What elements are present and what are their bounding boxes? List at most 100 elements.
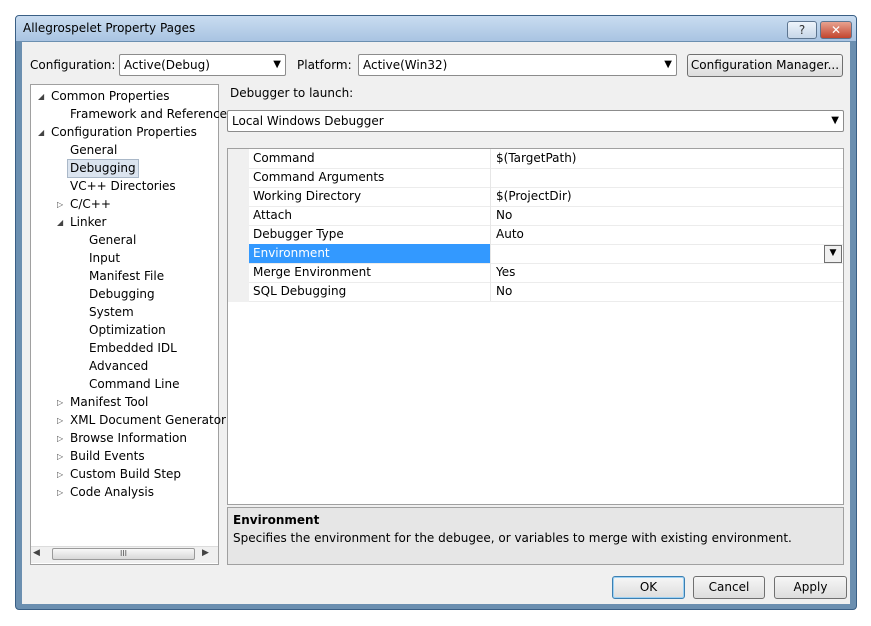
collapsed-arrow-icon[interactable]: ▷ bbox=[57, 430, 63, 447]
property-row[interactable]: Merge Environment Yes bbox=[249, 263, 843, 283]
window-title: Allegrospelet Property Pages bbox=[23, 21, 196, 35]
expanded-arrow-icon[interactable]: ◢ bbox=[38, 88, 44, 105]
tree-item-label: Browse Information bbox=[70, 431, 187, 445]
property-name: Debugger Type bbox=[249, 225, 491, 244]
tree-item[interactable]: Optimization bbox=[0, 322, 218, 339]
tree-item[interactable]: ▷ Custom Build Step bbox=[0, 466, 218, 483]
debugger-launch-label: Debugger to launch: bbox=[230, 86, 354, 100]
close-button[interactable]: ✕ bbox=[820, 21, 852, 39]
tree-item[interactable]: ▷ Browse Information bbox=[0, 430, 218, 447]
property-value[interactable]: No bbox=[492, 282, 843, 301]
property-name: Attach bbox=[249, 206, 491, 225]
collapsed-arrow-icon[interactable]: ▷ bbox=[57, 196, 63, 213]
property-name: Working Directory bbox=[249, 187, 491, 206]
collapsed-arrow-icon[interactable]: ▷ bbox=[57, 394, 63, 411]
tree-item[interactable]: VC++ Directories bbox=[0, 178, 218, 195]
tree-item-label: Linker bbox=[70, 215, 107, 229]
tree-item-label: XML Document Generator bbox=[70, 413, 226, 427]
tree-item-label: Embedded IDL bbox=[89, 341, 177, 355]
help-button[interactable]: ? bbox=[787, 21, 817, 39]
tree-item[interactable]: Framework and References bbox=[0, 106, 233, 123]
chevron-down-icon: ▼ bbox=[831, 115, 839, 126]
property-row[interactable]: Attach No bbox=[249, 206, 843, 226]
collapsed-arrow-icon[interactable]: ▷ bbox=[57, 412, 63, 429]
scroll-right-icon[interactable]: ▶ bbox=[202, 548, 209, 558]
property-value[interactable] bbox=[492, 244, 843, 263]
scroll-left-icon[interactable]: ◀ bbox=[33, 548, 40, 558]
configuration-label: Configuration: bbox=[30, 58, 116, 72]
collapsed-arrow-icon[interactable]: ▷ bbox=[57, 484, 63, 501]
cancel-button[interactable]: Cancel bbox=[693, 576, 765, 599]
property-grid-margin bbox=[228, 149, 249, 302]
property-row[interactable]: Environment ▼ bbox=[249, 244, 843, 264]
property-value[interactable]: Auto bbox=[492, 225, 843, 244]
debugger-select-value: Local Windows Debugger bbox=[232, 114, 384, 128]
tree-item-label: Code Analysis bbox=[70, 485, 154, 499]
apply-button[interactable]: Apply bbox=[774, 576, 847, 599]
property-value[interactable]: Yes bbox=[492, 263, 843, 282]
description-title: Environment bbox=[233, 513, 320, 527]
platform-value: Active(Win32) bbox=[363, 58, 448, 72]
chevron-down-icon: ▼ bbox=[273, 59, 281, 70]
configuration-select[interactable]: Active(Debug) ▼ bbox=[119, 54, 286, 76]
property-row[interactable]: Working Directory $(ProjectDir) bbox=[249, 187, 843, 207]
tree-item-label: Input bbox=[89, 251, 121, 265]
tree-item-label: Common Properties bbox=[51, 89, 170, 103]
property-value[interactable] bbox=[492, 168, 843, 187]
property-value[interactable]: $(ProjectDir) bbox=[492, 187, 843, 206]
property-row[interactable]: Command $(TargetPath) bbox=[249, 149, 843, 169]
debugger-select[interactable]: Local Windows Debugger ▼ bbox=[227, 110, 844, 132]
tree-item[interactable]: Input bbox=[0, 250, 218, 267]
description-text: Specifies the environment for the debuge… bbox=[233, 531, 792, 545]
property-name: Merge Environment bbox=[249, 263, 491, 282]
tree-item[interactable]: Command Line bbox=[0, 376, 218, 393]
tree-item-label: Advanced bbox=[89, 359, 149, 373]
collapsed-arrow-icon[interactable]: ▷ bbox=[57, 448, 63, 465]
property-row[interactable]: Command Arguments bbox=[249, 168, 843, 188]
property-value[interactable]: No bbox=[492, 206, 843, 225]
scrollbar-thumb[interactable]: III bbox=[52, 548, 195, 560]
tree-item-label: General bbox=[89, 233, 137, 247]
property-name: SQL Debugging bbox=[249, 282, 491, 301]
tree-item[interactable]: General bbox=[0, 142, 218, 159]
tree-item[interactable]: ◢ Linker bbox=[0, 214, 218, 231]
tree-item-label: Debugging bbox=[89, 287, 155, 301]
tree-item[interactable]: Advanced bbox=[0, 358, 218, 375]
platform-label: Platform: bbox=[297, 58, 352, 72]
tree-item[interactable]: ▷ Build Events bbox=[0, 448, 218, 465]
property-name: Environment bbox=[249, 244, 491, 263]
tree-item[interactable]: ▷ Manifest Tool bbox=[0, 394, 218, 411]
tree-item[interactable]: System bbox=[0, 304, 218, 321]
configuration-value: Active(Debug) bbox=[124, 58, 210, 72]
property-row[interactable]: Debugger Type Auto bbox=[249, 225, 843, 245]
tree-item[interactable]: ◢ Common Properties bbox=[0, 88, 218, 105]
tree-item[interactable]: ◢ Configuration Properties bbox=[0, 124, 218, 141]
property-name: Command bbox=[249, 149, 491, 168]
property-value[interactable]: $(TargetPath) bbox=[492, 149, 843, 168]
collapsed-arrow-icon[interactable]: ▷ bbox=[57, 466, 63, 483]
chevron-down-icon: ▼ bbox=[664, 59, 672, 70]
tree-item[interactable]: General bbox=[0, 232, 218, 249]
tree-item[interactable]: Debugging bbox=[0, 159, 218, 178]
chevron-down-icon[interactable]: ▼ bbox=[824, 245, 842, 263]
tree-item[interactable]: ▷ Code Analysis bbox=[0, 484, 218, 501]
tree-item-label: Optimization bbox=[89, 323, 166, 337]
tree-item-label: Configuration Properties bbox=[51, 125, 197, 139]
tree-item-label: Manifest File bbox=[89, 269, 165, 283]
tree-item-label: General bbox=[70, 143, 118, 157]
tree-item[interactable]: Manifest File bbox=[0, 268, 218, 285]
tree-item[interactable]: ▷ XML Document Generator bbox=[0, 412, 226, 429]
tree-item-label: C/C++ bbox=[70, 197, 111, 211]
expanded-arrow-icon[interactable]: ◢ bbox=[57, 214, 63, 231]
expanded-arrow-icon[interactable]: ◢ bbox=[38, 124, 44, 141]
tree-item-label: Custom Build Step bbox=[70, 467, 182, 481]
tree-item-label: Build Events bbox=[70, 449, 145, 463]
tree-item[interactable]: Debugging bbox=[0, 286, 218, 303]
configuration-manager-button[interactable]: Configuration Manager... bbox=[687, 54, 843, 77]
platform-select[interactable]: Active(Win32) ▼ bbox=[358, 54, 677, 76]
tree-item[interactable]: Embedded IDL bbox=[0, 340, 218, 357]
tree-item-label: Command Line bbox=[89, 377, 180, 391]
ok-button[interactable]: OK bbox=[612, 576, 685, 599]
tree-item[interactable]: ▷ C/C++ bbox=[0, 196, 218, 213]
property-row[interactable]: SQL Debugging No bbox=[249, 282, 843, 302]
